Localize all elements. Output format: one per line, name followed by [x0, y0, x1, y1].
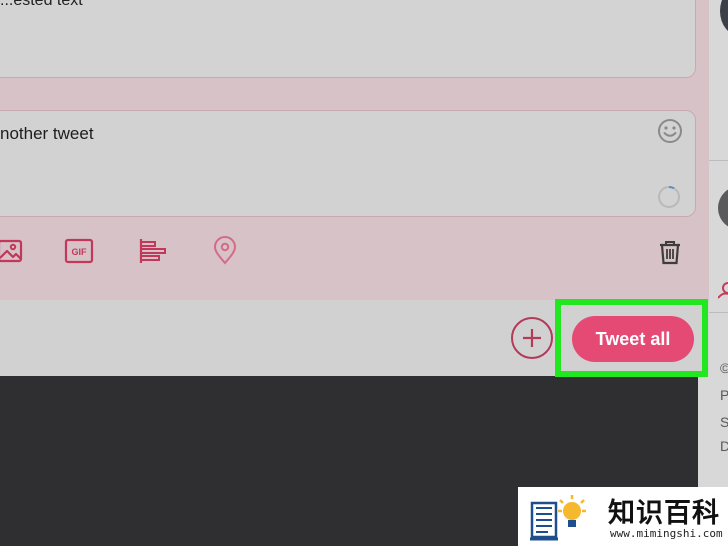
tweet-text-2: nother tweet	[0, 124, 94, 143]
tweet-textbox-2[interactable]	[0, 110, 696, 217]
tweet-textbox-1[interactable]	[0, 0, 696, 78]
thread-editor: ...ested text nother tweet GIF	[0, 0, 709, 300]
image-icon[interactable]	[0, 236, 26, 266]
avatar[interactable]	[718, 186, 728, 230]
watermark-title: 知识百科	[608, 498, 720, 529]
book-lightbulb-icon	[530, 495, 586, 541]
plus-icon	[523, 329, 541, 347]
avatar[interactable]	[720, 0, 728, 36]
emoji-icon[interactable]	[657, 118, 683, 144]
watermark: 知识百科 www.mimingshi.com	[518, 487, 728, 546]
footer-link[interactable]: D	[720, 438, 728, 454]
tweet-text-1: ...ested text	[0, 0, 83, 9]
footer-link[interactable]: ©	[720, 360, 728, 376]
character-progress-icon	[656, 184, 682, 210]
footer-link[interactable]: S	[720, 414, 728, 430]
trash-icon[interactable]	[656, 238, 684, 266]
follow-icon[interactable]	[717, 282, 728, 300]
add-tweet-button[interactable]	[511, 317, 553, 359]
gif-label: GIF	[72, 247, 88, 257]
location-icon[interactable]	[210, 236, 240, 266]
watermark-url: www.mimingshi.com	[610, 527, 723, 540]
gif-icon[interactable]: GIF	[64, 236, 94, 266]
footer-link[interactable]: P	[720, 387, 728, 403]
poll-icon[interactable]	[138, 236, 168, 266]
tweet-all-button[interactable]: Tweet all	[572, 316, 694, 362]
